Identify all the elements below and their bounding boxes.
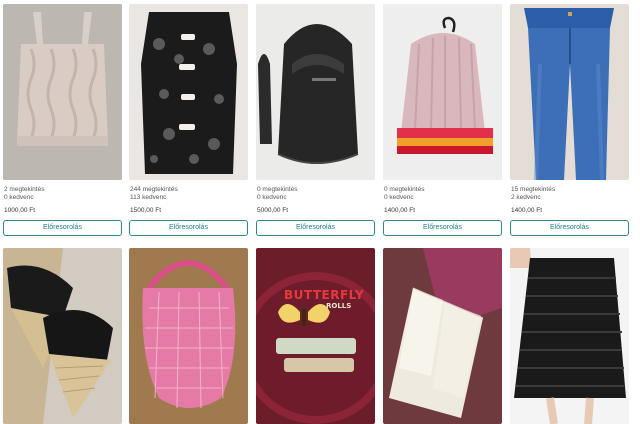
price: 1400,00 Ft	[511, 207, 543, 214]
like-count: 0 kedvenc	[257, 194, 287, 201]
listing-image-sling-bag[interactable]	[256, 4, 375, 180]
product-grid: 2 megtekintés 0 kedvenc 1000,00 Ft Előre…	[0, 0, 640, 424]
tin-brand-text: BUTTERFLY	[284, 288, 365, 302]
listing-image-crochet-bag[interactable]	[129, 248, 248, 424]
listing-image-soap-bars[interactable]	[383, 248, 502, 424]
price: 1000,00 Ft	[4, 207, 36, 214]
listing-image-lace-top[interactable]	[129, 4, 248, 180]
tin-sub-text: ROLLS	[326, 302, 352, 310]
listing-image-butterfly-tin[interactable]: BUTTERFLY ROLLS	[256, 248, 375, 424]
listing-image-knit-beanie[interactable]	[383, 4, 502, 180]
promote-button[interactable]: Előresorolás	[129, 220, 248, 236]
price: 1400,00 Ft	[384, 207, 416, 214]
listing-image-striped-skirt[interactable]	[510, 248, 629, 424]
promote-button[interactable]: Előresorolás	[510, 220, 629, 236]
listing-image-knit-top[interactable]	[3, 4, 122, 180]
promote-button[interactable]: Előresorolás	[383, 220, 502, 236]
price: 5000,00 Ft	[257, 207, 289, 214]
listing-image-jeans[interactable]	[510, 4, 629, 180]
price: 1500,00 Ft	[130, 207, 162, 214]
like-count: 113 kedvenc	[130, 194, 167, 201]
listing-image-wedge-sandals[interactable]	[3, 248, 122, 424]
like-count: 2 kedvenc	[511, 194, 541, 201]
like-count: 0 kedvenc	[384, 194, 414, 201]
promote-button[interactable]: Előresorolás	[3, 220, 122, 236]
promote-button[interactable]: Előresorolás	[256, 220, 375, 236]
like-count: 0 kedvenc	[4, 194, 34, 201]
